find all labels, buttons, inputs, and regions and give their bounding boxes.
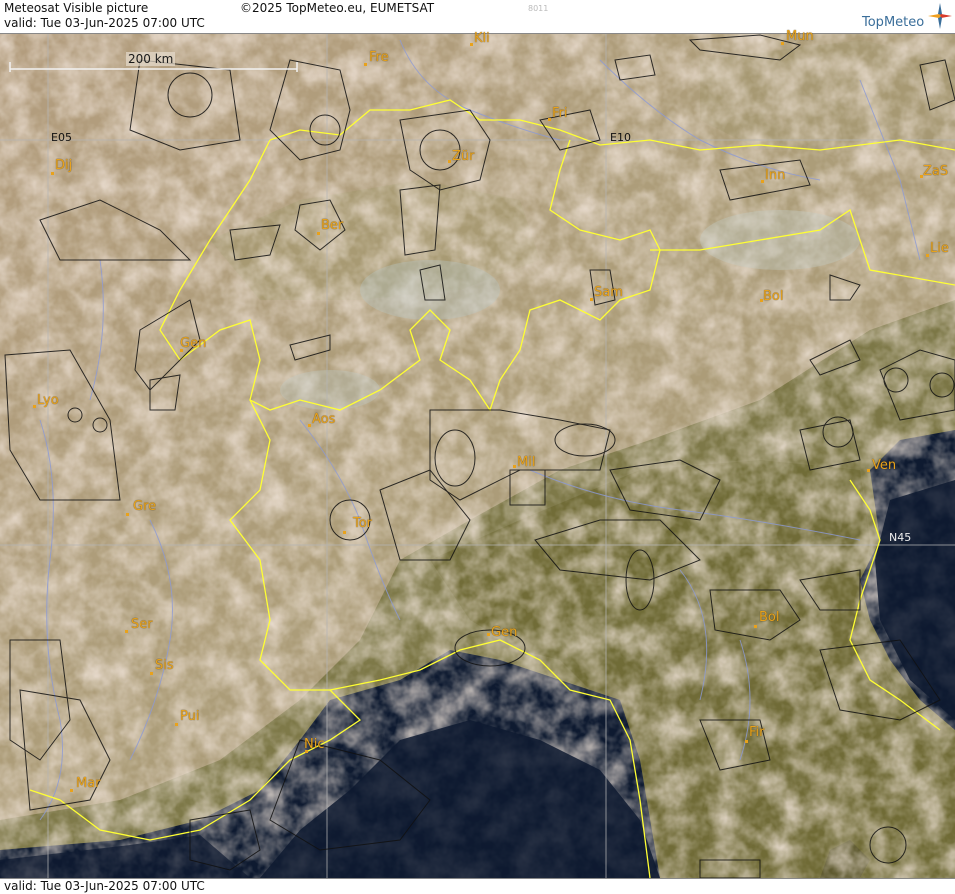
city-label-lie: Lie [930, 241, 949, 256]
image-code: 8011 [528, 4, 549, 13]
city-label-mil: Mil [517, 455, 536, 470]
city-label-nic: Nic [304, 737, 325, 752]
city-label-inn: Inn [765, 168, 786, 183]
city-label-zur: Zür [452, 149, 475, 164]
valid-time: valid: Tue 03-Jun-2025 07:00 UTC [4, 16, 205, 30]
city-label-pui: Pui [180, 709, 200, 724]
city-label-zas: ZaS [923, 164, 949, 179]
grid-label-e10: E10 [610, 131, 631, 144]
city-label-ber: Ber [321, 218, 344, 233]
footer-bar: valid: Tue 03-Jun-2025 07:00 UTC [0, 878, 955, 894]
city-label-tor: Tor [353, 516, 373, 531]
footer-valid-time: valid: Tue 03-Jun-2025 07:00 UTC [4, 879, 205, 893]
copyright-text: ©2025 TopMeteo.eu, EUMETSAT [240, 1, 435, 15]
satellite-map[interactable]: Meteosat Visible picture valid: Tue 03-J… [0, 0, 955, 894]
city-label-ven: Ven [872, 458, 897, 473]
city-label-dij: Dij [55, 158, 73, 173]
compass-star-icon [928, 3, 952, 29]
city-label-bol-north: Bol [763, 289, 784, 304]
city-label-sam: Sam [594, 285, 623, 300]
city-label-fir: Fir [749, 725, 765, 740]
city-label-gen-ch: Gen [180, 336, 207, 351]
image-title: Meteosat Visible picture [4, 1, 149, 15]
city-label-gen-it: Gen [491, 625, 518, 640]
city-label-sis: Sis [155, 658, 174, 673]
topmeteo-logo-text[interactable]: TopMeteo [862, 15, 924, 30]
city-label-bol-south: Bol [759, 610, 780, 625]
city-label-fri: Fri [552, 106, 568, 121]
scale-label: 200 km [126, 52, 176, 66]
city-label-lyo: Lyo [37, 393, 59, 408]
city-label-ser: Ser [131, 617, 153, 632]
satellite-image [0, 33, 955, 879]
city-label-mun: Mun [786, 29, 814, 44]
city-label-mar: Mar [76, 776, 101, 791]
city-label-gre: Gre [133, 499, 157, 514]
city-label-aos: Aos [312, 412, 336, 427]
city-label-fre: Fre [369, 50, 389, 65]
grid-label-e05: E05 [51, 131, 72, 144]
city-label-kli: Kli [474, 31, 490, 46]
grid-label-n45: N45 [889, 531, 912, 544]
